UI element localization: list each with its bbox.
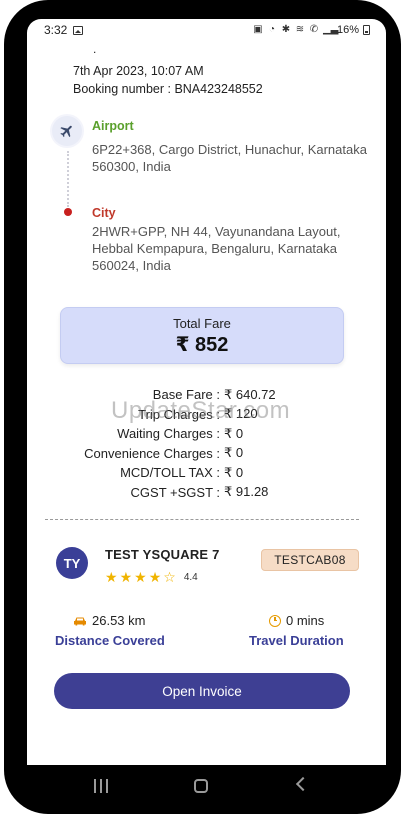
open-invoice-button[interactable]: Open Invoice xyxy=(54,673,350,709)
section-divider xyxy=(45,519,359,520)
star-icon: ★ xyxy=(119,569,133,585)
breakdown-row: Waiting Charges : ₹ 0 xyxy=(27,424,386,444)
truncated-header: . xyxy=(93,42,97,56)
duration-label: Travel Duration xyxy=(249,633,344,648)
distance-label: Distance Covered xyxy=(55,633,165,648)
airplane-icon xyxy=(52,116,82,146)
booking-date: 7th Apr 2023, 10:07 AM xyxy=(73,64,204,78)
pickup-address: 6P22+368, Cargo District, Hunachur, Karn… xyxy=(92,142,367,174)
booking-number: Booking number : BNA423248552 xyxy=(73,82,263,96)
driver-rating: ★ ★ ★ ★ ☆ 4.4 xyxy=(105,570,198,584)
nfc-icon: ▣ xyxy=(253,24,263,35)
distance-value-row: 26.53 km xyxy=(73,613,145,628)
clock-icon xyxy=(269,614,281,627)
battery-icon xyxy=(363,25,370,35)
rating-value: 4.4 xyxy=(183,571,198,583)
breakdown-key: Trip Charges : xyxy=(138,406,220,422)
breakdown-value: ₹ 120 xyxy=(224,406,258,422)
breakdown-row: Convenience Charges : ₹ 0 xyxy=(27,444,386,464)
volume-up-button xyxy=(4,212,10,260)
breakdown-row: Trip Charges : ₹ 120 xyxy=(27,405,386,425)
pickup-label: Airport xyxy=(92,119,134,133)
signal-icon: ▁▃ xyxy=(322,24,339,35)
battery-percent: 16% xyxy=(336,24,359,36)
status-time: 3:32 xyxy=(44,23,68,37)
recent-apps-icon[interactable] xyxy=(94,779,108,793)
gallery-icon xyxy=(73,25,84,35)
breakdown-value: ₹ 91.28 xyxy=(224,484,269,500)
breakdown-row: CGST +SGST : ₹ 91.28 xyxy=(27,483,386,503)
distance-value: 26.53 km xyxy=(92,613,146,628)
breakdown-value: ₹ 0 xyxy=(224,464,244,480)
status-bar: 3:32 ▣ ◔ ✱ ≋ ✆ ▁▃ 16% xyxy=(27,19,386,41)
car-icon xyxy=(74,617,86,625)
drop-location-dot xyxy=(64,208,72,216)
breakdown-row: MCD/TOLL TAX : ₹ 0 xyxy=(27,463,386,483)
drop-address: 2HWR+GPP, NH 44, Vayunandana Layout, Heb… xyxy=(92,224,341,273)
home-icon[interactable] xyxy=(194,779,208,793)
alarm-icon: ◔ xyxy=(268,24,275,35)
total-fare-value: ₹ 852 xyxy=(175,334,229,356)
app-screen: 3:32 ▣ ◔ ✱ ≋ ✆ ▁▃ 16% . 7th Apr 2023, 10… xyxy=(27,19,386,765)
wifi-icon: ≋ xyxy=(295,24,305,35)
breakdown-value: ₹ 640.72 xyxy=(224,386,276,402)
cab-number-badge: TESTCAB08 xyxy=(261,549,359,571)
route-timeline-line xyxy=(67,151,69,207)
duration-value-row: 0 mins xyxy=(269,613,324,628)
fare-breakdown: Base Fare : ₹ 640.72 Trip Charges : ₹ 12… xyxy=(27,385,386,502)
driver-name: TEST YSQUARE 7 xyxy=(105,547,220,562)
total-fare-card: Total Fare ₹ 852 xyxy=(60,307,344,364)
star-outline-icon: ☆ xyxy=(163,569,176,585)
breakdown-key: Convenience Charges : xyxy=(84,445,220,461)
volume-down-button xyxy=(4,272,10,318)
star-icon: ★ xyxy=(134,569,147,585)
star-icon: ★ xyxy=(105,569,118,585)
back-icon[interactable] xyxy=(295,776,311,792)
android-nav-bar xyxy=(4,765,401,809)
breakdown-key: MCD/TOLL TAX : xyxy=(120,465,220,481)
drop-label: City xyxy=(92,206,116,220)
total-fare-title: Total Fare xyxy=(173,316,231,331)
breakdown-value: ₹ 0 xyxy=(224,445,244,461)
driver-avatar: TY xyxy=(56,547,88,579)
breakdown-row: Base Fare : ₹ 640.72 xyxy=(27,385,386,405)
breakdown-key: CGST +SGST : xyxy=(130,484,220,500)
breakdown-key: Base Fare : xyxy=(152,387,220,403)
duration-value: 0 mins xyxy=(286,613,325,628)
star-icon: ★ xyxy=(148,569,162,585)
breakdown-key: Waiting Charges : xyxy=(117,426,220,442)
power-button xyxy=(395,240,401,328)
phone-frame: 3:32 ▣ ◔ ✱ ≋ ✆ ▁▃ 16% . 7th Apr 2023, 10… xyxy=(4,0,401,814)
bluetooth-icon: ✱ xyxy=(281,24,291,35)
breakdown-value: ₹ 0 xyxy=(224,425,244,441)
call-icon: ✆ xyxy=(309,24,319,35)
